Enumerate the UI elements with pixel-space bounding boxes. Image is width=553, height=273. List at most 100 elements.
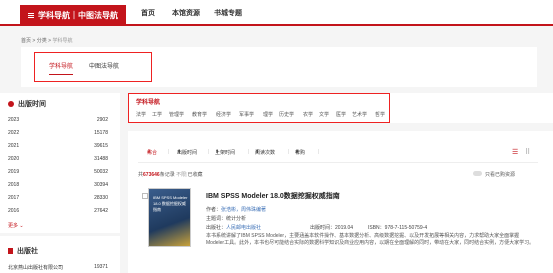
sort-arrow-icon: ⬇ [147,149,152,155]
book-publisher: 出版社：人民邮电出版社 [206,224,261,231]
meta-label: ISBN： [368,225,385,231]
subject-title: 学科导航 [136,100,161,106]
year-count: 27642 [94,208,108,214]
meta-label: 主题词： [206,216,227,222]
clock-icon [8,101,14,107]
list-view-icon[interactable]: ☰ [512,148,518,156]
year-label: 2018 [8,182,20,188]
subject-item[interactable]: 哲学 [375,111,385,118]
meta-label: 出版时间： [310,225,336,231]
publisher-filter-item[interactable]: 北京燕山出版社有限公司 19371 [8,264,108,273]
meta-label: 作者： [206,207,222,213]
book-subject: 主题词：统计分析 [206,215,246,222]
filter-unlimited[interactable]: 不限 [176,172,186,178]
subject-item[interactable]: 文学 [319,111,329,118]
chevron-down-icon: ⌄ [18,223,24,229]
subject-item[interactable]: 教育学 [192,111,207,118]
year-label: 2021 [8,143,20,149]
sort-arrow-icon: ⬍ [295,149,300,155]
nav-library-resources[interactable]: 本馆资源 [172,8,200,18]
subject-item[interactable]: 法学 [136,111,146,118]
publisher-count: 19371 [94,264,108,270]
book-date: 出版时间：2019.04 [310,224,353,231]
year-filter-item[interactable]: 2021 39615 [8,143,108,153]
menu-icon [28,13,34,19]
year-count: 50032 [94,169,108,175]
nav-home[interactable]: 首页 [141,8,155,18]
year-filter-item[interactable]: 2023 2902 [8,117,108,127]
book-description: 本书系统讲解了IBM SPSS Modeler，主要涵盖本软件操作、基本数据分析… [206,233,535,246]
top-nav-bar: 学科导航｜中图法导航 首页 本馆资源 书城专题 [0,0,553,26]
year-label: 2016 [8,208,20,214]
year-count: 15178 [94,130,108,136]
sort-bar-divider [138,162,538,163]
sort-arrow-icon: ⬍ [215,149,220,155]
year-filter-item[interactable]: 2018 30394 [8,182,108,192]
year-count: 30394 [94,182,108,188]
tab-subject-navigation[interactable]: 学科导航 [49,61,74,75]
brand-label: 学科导航｜中图法导航 [38,11,118,20]
subject-item[interactable]: 历史学 [279,111,294,118]
sort-divider: | [248,149,250,155]
sort-bar: 综合 ⬇ | 出版时间 ⬍ | 上架时间 ⬍ | 阅读次数 ⬍ | 荐购 ⬍ | [138,149,538,160]
sort-divider: | [208,149,210,155]
subject-value: 统计分析 [226,216,247,222]
year-filter-item[interactable]: 2016 27642 [8,208,108,214]
breadcrumb: 首页 > 分类 > 学科导航 [21,37,72,44]
sort-arrow-icon: ⬍ [255,149,260,155]
date-value: 2019.04 [335,225,354,231]
filter-collected[interactable]: 已收藏 [187,172,202,178]
section-divider [0,233,120,236]
publisher-filter-label: 出版社 [17,248,38,255]
count-suffix: 条记录 [159,172,175,178]
year-filter-item[interactable]: 2020 31488 [8,156,108,166]
meta-label: 出版社： [206,225,227,231]
publisher-filter-title: 出版社 [8,246,38,256]
count-value: 673646 [143,172,160,178]
grid-view-icon[interactable]: ⠿ [525,148,530,156]
year-count: 28330 [94,195,108,201]
year-filter-item[interactable]: 2022 15178 [8,130,108,140]
breadcrumb-category[interactable]: 分类 [37,38,47,44]
result-count: 共673646条记录 不限|已收藏 [138,171,202,178]
purchased-only-toggle[interactable] [473,171,482,176]
year-filter-title: 出版时间 [8,99,46,109]
book-isbn: ISBN：978-7-115-50759-4 [368,224,427,231]
year-label: 2023 [8,117,20,123]
brand-button[interactable]: 学科导航｜中图法导航 [20,5,126,26]
book-title[interactable]: IBM SPSS Modeler 18.0数据挖掘权威指南 [206,191,340,201]
subject-item[interactable]: 艺术学 [352,111,367,118]
book-author: 作者：张浩彬，周伟珠编著 [206,206,266,213]
subject-item[interactable]: 管理学 [169,111,184,118]
book-icon [8,248,13,254]
year-count: 31488 [94,156,108,162]
navigation-tabs: 学科导航 中图法导航 [21,47,537,87]
subject-item[interactable]: 农学 [303,111,313,118]
book-cover-title: IBM SPSS Modeler 18.0 数据挖掘权威指南 [153,195,188,212]
sort-divider: | [318,149,320,155]
year-filter-item[interactable]: 2019 50032 [8,169,108,179]
subject-item[interactable]: 军事学 [239,111,254,118]
nav-bookstore-topics[interactable]: 书城专题 [214,8,242,18]
isbn-value: 978-7-115-50759-4 [384,225,428,231]
year-label: 2019 [8,169,20,175]
subject-item[interactable]: 理学 [263,111,273,118]
year-label: 2020 [8,156,20,162]
subject-item[interactable]: 工学 [152,111,162,118]
tab-clc-navigation[interactable]: 中图法导航 [89,61,119,70]
breadcrumb-home[interactable]: 首页 [21,38,31,44]
subject-item[interactable]: 医学 [336,111,346,118]
more-years-link[interactable]: 更多 ⌄ [8,222,24,229]
subject-item[interactable]: 经济学 [216,111,231,118]
year-label: 2022 [8,130,20,136]
author-link[interactable]: 张浩彬，周伟珠编著 [221,207,266,213]
filter-sidebar: 出版时间 2023 2902 2022 15178 2021 39615 2020 31… [0,93,120,273]
publisher-name: 北京燕山出版社有限公司 [8,265,64,271]
year-count: 39615 [94,143,108,149]
sort-divider: | [168,149,170,155]
subject-list: 学科导航 法学 工学 管理学 教育学 经济学 军事学 理学 历史学 农学 文学 … [128,93,553,123]
book-cover[interactable]: IBM SPSS Modeler 18.0 数据挖掘权威指南 [148,188,191,247]
year-filter-item[interactable]: 2017 28330 [8,195,108,205]
year-label: 2017 [8,195,20,201]
publisher-link[interactable]: 人民邮电出版社 [226,225,261,231]
